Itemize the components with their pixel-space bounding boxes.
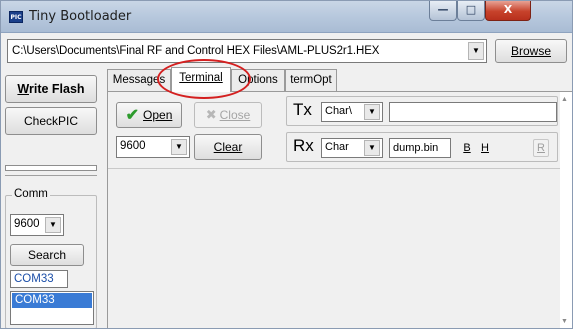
maximize-button[interactable]: □ [457, 1, 485, 21]
terminal-controls: ✔ Open ✖ Close 9600 ▼ Clear Tx Char\ ▼ Rx … [108, 92, 560, 168]
clear-button[interactable]: Clear [194, 134, 262, 160]
close-label: Close [219, 108, 251, 122]
chevron-down-icon[interactable]: ▼ [171, 139, 187, 155]
chevron-down-icon[interactable]: ▼ [468, 42, 484, 60]
hex-file-path-combo[interactable]: C:\Users\Documents\Final RF and Control … [7, 39, 487, 63]
h-button[interactable]: H [477, 140, 493, 156]
annotation-circle [157, 59, 251, 99]
open-port-button[interactable]: ✔ Open [116, 102, 182, 128]
terminal-panel: ✔ Open ✖ Close 9600 ▼ Clear Tx Char\ ▼ Rx … [107, 91, 572, 328]
comm-group: Comm 9600 ▼ Search COM33 COM33 [5, 188, 97, 328]
write-flash-button[interactable]: Write Flash [5, 75, 97, 103]
app-window: PIC Tiny Bootloader — □ X C:\Users\Docum… [0, 0, 573, 329]
checkpic-button[interactable]: CheckPIC [5, 107, 97, 135]
tab-termopt[interactable]: termOpt [285, 69, 337, 91]
terminal-baud-value: 9600 [120, 140, 146, 152]
write-flash-label: rite Flash [29, 82, 85, 96]
close-port-button[interactable]: ✖ Close [194, 102, 262, 128]
rx-label: Rx [293, 136, 314, 155]
tx-mode-value: Char\ [325, 105, 352, 117]
close-x-icon: ✖ [205, 107, 217, 122]
divider [5, 175, 97, 176]
progress-bar [5, 165, 97, 171]
open-label: Open [143, 108, 173, 122]
hex-file-path-text: C:\Users\Documents\Final RF and Control … [12, 45, 380, 57]
port-list-item[interactable]: COM33 [12, 293, 92, 308]
search-button[interactable]: Search [10, 244, 84, 266]
chevron-down-icon[interactable]: ▼ [45, 217, 61, 233]
checkmark-icon: ✔ [125, 107, 140, 124]
tx-group: Tx Char\ ▼ [286, 96, 558, 126]
chevron-down-icon[interactable]: ▼ [364, 104, 380, 120]
port-input[interactable]: COM33 [10, 270, 68, 288]
scroll-down-icon[interactable]: ▼ [561, 318, 571, 325]
scroll-up-icon[interactable]: ▲ [561, 96, 571, 103]
tx-label: Tx [293, 100, 312, 119]
title-bar[interactable]: PIC Tiny Bootloader — □ X [1, 1, 572, 33]
rx-mode-value: Char [325, 141, 349, 153]
comm-group-label: Comm [12, 188, 50, 200]
tx-input[interactable] [389, 102, 557, 122]
close-window-button[interactable]: X [485, 1, 531, 21]
tx-mode-select[interactable]: Char\ ▼ [321, 102, 383, 122]
window-title: Tiny Bootloader [29, 9, 132, 24]
rx-file-input[interactable]: dump.bin [389, 138, 451, 158]
port-list[interactable]: COM33 [10, 291, 94, 325]
terminal-output[interactable] [108, 168, 560, 328]
comm-baud-select[interactable]: 9600 ▼ [10, 214, 64, 236]
r-button[interactable]: R [533, 139, 549, 157]
rx-mode-select[interactable]: Char ▼ [321, 138, 383, 158]
terminal-baud-select[interactable]: 9600 ▼ [116, 136, 190, 158]
minimize-button[interactable]: — [429, 1, 457, 21]
left-panel: Write Flash CheckPIC Comm 9600 ▼ Search … [3, 69, 103, 328]
comm-baud-value: 9600 [14, 218, 40, 230]
rx-group: Rx Char ▼ dump.bin B H R [286, 132, 558, 162]
app-icon: PIC [9, 11, 23, 23]
chevron-down-icon[interactable]: ▼ [364, 140, 380, 156]
browse-button[interactable]: Browse [495, 39, 567, 63]
write-flash-hotkey: W [17, 82, 29, 96]
b-button[interactable]: B [459, 140, 475, 156]
